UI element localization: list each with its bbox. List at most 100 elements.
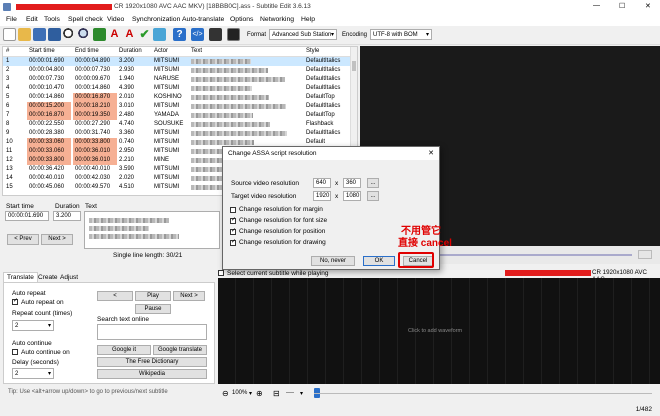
vertical-zoom-icon[interactable]: ⊟	[273, 389, 280, 398]
target-width-input[interactable]: 1920	[313, 191, 331, 201]
volume-icon[interactable]	[638, 250, 652, 259]
menu-auto-translate[interactable]: Auto-translate	[182, 16, 224, 23]
col-style[interactable]: Style	[306, 48, 319, 54]
ok-button[interactable]: OK	[363, 256, 395, 266]
zoom-out-icon[interactable]: ⊖	[222, 389, 229, 398]
duration-input[interactable]: 3.200	[53, 211, 81, 221]
menu-spell-check[interactable]: Spell check	[68, 16, 103, 23]
table-row[interactable]: 8 00:00:22.550 00:00:27.290 4.740 SOUSUKE Fla…	[3, 120, 357, 129]
col-duration[interactable]: Duration	[119, 48, 142, 54]
zoom-in-icon[interactable]: ⊕	[256, 389, 263, 398]
margin-checkbox[interactable]	[230, 207, 236, 213]
select-current-checkbox[interactable]	[218, 270, 224, 276]
subtitle-text-box[interactable]	[84, 211, 220, 249]
col-start[interactable]: Start time	[29, 48, 55, 54]
repeat-count-select[interactable]: 2	[12, 320, 54, 332]
prev-button[interactable]: < Prev	[7, 234, 39, 245]
encoding-select[interactable]: UTF-8 with BOM	[370, 29, 432, 41]
waveform-icon[interactable]	[227, 28, 240, 41]
status-bar: 1/482	[0, 404, 660, 416]
zoom-dropdown-icon[interactable]: ▾	[249, 390, 252, 397]
free-dictionary-button[interactable]: The Free Dictionary	[97, 357, 207, 367]
speed-select[interactable]: ----	[286, 390, 294, 396]
dialog-close-button[interactable]: ✕	[428, 149, 434, 157]
table-row[interactable]: 7 00:00:16.870 00:00:19.350 2.480 YAMADA Defa…	[3, 111, 357, 120]
tab-translate[interactable]: Translate	[3, 272, 38, 282]
col-end[interactable]: End time	[75, 48, 99, 54]
prev-subtitle-button[interactable]: <	[97, 291, 133, 301]
remove-formatting-icon[interactable]: A	[108, 28, 121, 41]
open-folder-icon[interactable]	[18, 28, 31, 41]
minimize-button[interactable]: —	[593, 2, 600, 9]
font-size-checkbox[interactable]	[230, 217, 236, 224]
table-row[interactable]: 4 00:00:10.470 00:00:14.860 4.390 MITSUMI Def…	[3, 84, 357, 93]
find-icon[interactable]	[63, 28, 76, 41]
check-icon[interactable]: ✔	[138, 28, 151, 41]
maximize-button[interactable]: ☐	[619, 2, 625, 10]
video-icon[interactable]	[209, 28, 222, 41]
table-row[interactable]: 2 00:00:04.800 00:00:07.730 2.930 MITSUMI Def…	[3, 66, 357, 75]
next-button[interactable]: Next >	[41, 234, 73, 245]
tab-adjust[interactable]: Adjust	[57, 273, 81, 282]
col-actor[interactable]: Actor	[154, 48, 168, 54]
source-view-icon[interactable]: </>	[191, 28, 204, 41]
source-height-input[interactable]: 360	[343, 178, 361, 188]
auto-repeat-checkbox[interactable]	[12, 298, 18, 305]
pause-button[interactable]: Pause	[135, 304, 171, 314]
google-translate-button[interactable]: Google translate	[153, 345, 207, 355]
source-browse-button[interactable]: ...	[367, 178, 379, 188]
no-never-button[interactable]: No, never	[311, 256, 355, 266]
save-icon[interactable]	[33, 28, 46, 41]
table-row[interactable]: 3 00:00:07.730 00:00:09.670 1.940 NARUSE Defa…	[3, 75, 357, 84]
menu-tools[interactable]: Tools	[44, 16, 60, 23]
waveform-placeholder: Click to add waveform	[408, 328, 463, 334]
spell-check-icon[interactable]: A	[123, 28, 136, 41]
next-subtitle-button[interactable]: Next >	[173, 291, 205, 301]
table-row[interactable]: 6 00:00:15.200 00:00:18.210 3.010 MITSUMI Def…	[3, 102, 357, 111]
menu-video[interactable]: Video	[107, 16, 124, 23]
help-icon[interactable]: ?	[173, 28, 186, 41]
target-browse-button[interactable]: ...	[367, 191, 379, 201]
position-checkbox[interactable]	[230, 228, 236, 235]
target-height-input[interactable]: 1080	[343, 191, 361, 201]
format-select[interactable]: Advanced Sub Station	[269, 29, 337, 41]
col-number[interactable]: #	[6, 48, 9, 54]
replace-icon[interactable]	[78, 28, 91, 41]
col-text[interactable]: Text	[191, 48, 202, 54]
google-it-button[interactable]: Google it	[97, 345, 151, 355]
search-online-input[interactable]	[97, 324, 207, 340]
table-row[interactable]: 5 00:00:14.860 00:00:16.870 2.010 KOSHINO Def…	[3, 93, 357, 102]
table-row[interactable]: 9 00:00:28.380 00:00:31.740 3.360 MITSUMI Def…	[3, 129, 357, 138]
close-button[interactable]: ✕	[645, 2, 651, 10]
menu-networking[interactable]: Networking	[260, 16, 294, 23]
cell-start: 00:00:33.060	[29, 148, 65, 154]
new-file-icon[interactable]	[3, 28, 16, 41]
cell-end: 00:00:04.890	[75, 58, 111, 64]
save-as-icon[interactable]	[48, 28, 61, 41]
menu-options[interactable]: Options	[230, 16, 253, 23]
speed-dropdown-icon[interactable]: ▾	[300, 390, 303, 397]
cell-end: 00:00:27.290	[75, 121, 111, 127]
redacted-text-cell	[191, 140, 254, 145]
tag-icon[interactable]	[153, 28, 166, 41]
delay-select[interactable]: 2	[12, 368, 54, 380]
wikipedia-button[interactable]: Wikipedia	[97, 369, 207, 379]
auto-continue-checkbox[interactable]	[12, 349, 18, 355]
play-button[interactable]: Play	[135, 291, 171, 301]
menu-synchronization[interactable]: Synchronization	[132, 16, 180, 23]
cell-dur: 4.390	[119, 85, 135, 91]
menu-file[interactable]: File	[6, 16, 17, 23]
start-time-input[interactable]: 00:00:01.690	[5, 211, 49, 221]
drawing-checkbox[interactable]	[230, 239, 236, 246]
auto-repeat-on-label: Auto repeat on	[21, 299, 64, 306]
source-width-input[interactable]: 640	[313, 178, 331, 188]
table-row[interactable]: 1 00:00:01.690 00:00:04.890 3.200 MITSUMI Def…	[3, 57, 357, 66]
zoom-select[interactable]: 100%	[232, 390, 247, 396]
fix-errors-icon[interactable]	[93, 28, 106, 41]
menu-bar: File Edit Tools Spell check Video Synchr…	[0, 14, 660, 26]
menu-help[interactable]: Help	[301, 16, 315, 23]
waveform-panel[interactable]: Click to add waveform	[218, 278, 660, 384]
seek-bar[interactable]	[412, 254, 632, 256]
menu-edit[interactable]: Edit	[26, 16, 38, 23]
waveform-track[interactable]	[314, 393, 652, 394]
